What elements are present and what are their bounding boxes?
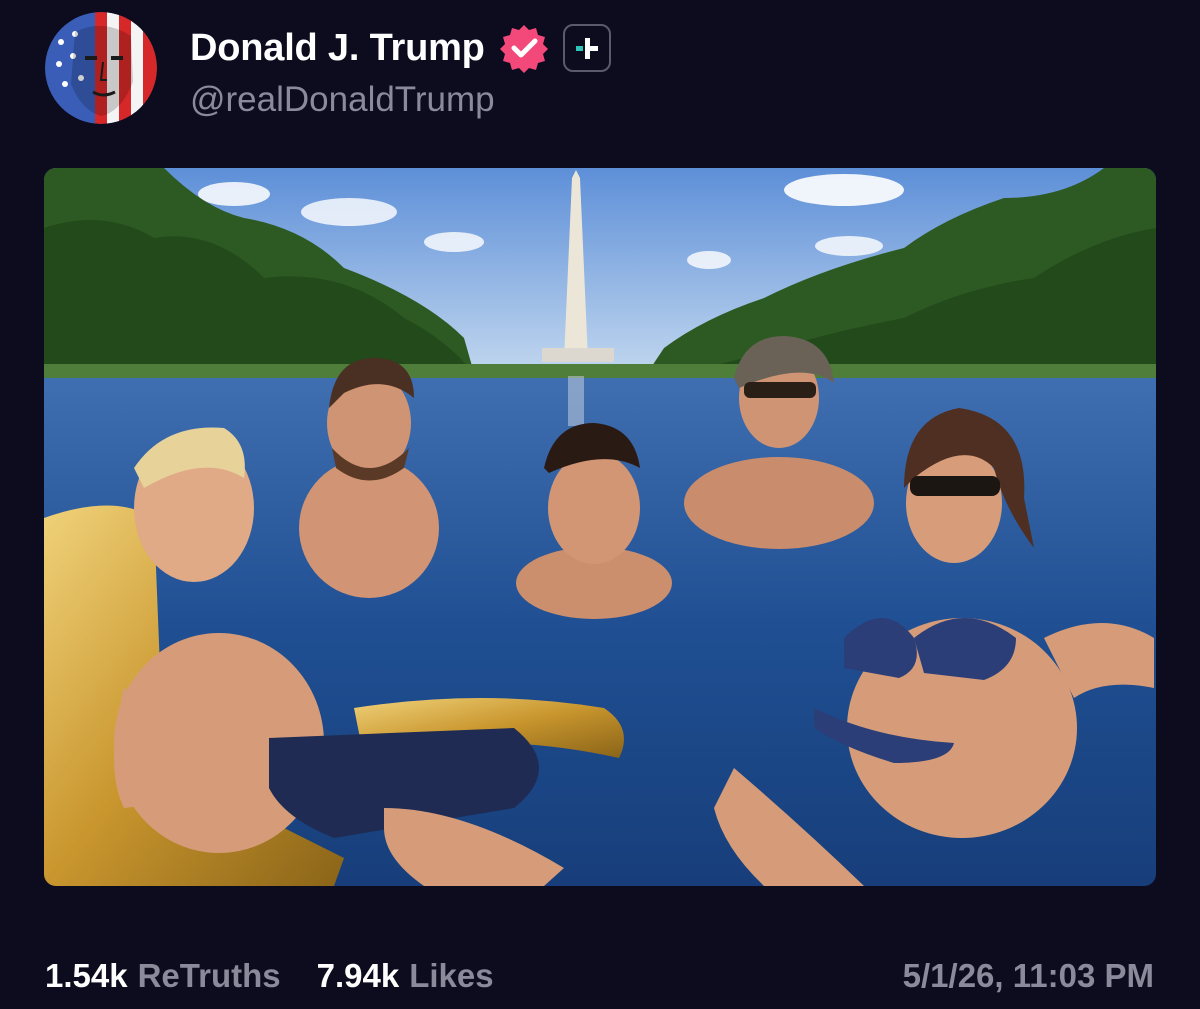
author-avatar[interactable] [45, 12, 157, 124]
retruths-label: ReTruths [137, 957, 281, 994]
truth-post: Donald J. Trump @realDonaldTrump 1.54k R… [0, 0, 1200, 1009]
likes-label: Likes [409, 957, 494, 994]
author-display-name[interactable]: Donald J. Trump [190, 27, 485, 70]
plus-icon [575, 38, 598, 59]
verified-badge-icon [499, 23, 549, 73]
photo-image [44, 168, 1156, 886]
post-timestamp[interactable]: 5/1/26, 11:03 PM [903, 952, 1154, 1000]
post-stats: 1.54k ReTruths 7.94k Likes [45, 952, 494, 1000]
author-name-row: Donald J. Trump [190, 22, 611, 74]
flag-face-avatar-icon [45, 12, 157, 124]
likes-stat[interactable]: 7.94k Likes [317, 957, 494, 995]
retruths-stat[interactable]: 1.54k ReTruths [45, 957, 281, 995]
author-handle[interactable]: @realDonaldTrump [190, 80, 495, 120]
likes-count: 7.94k [316, 957, 400, 994]
retruths-count: 1.54k [45, 957, 128, 994]
post-image[interactable] [44, 168, 1156, 886]
subscribe-plus-button[interactable] [562, 24, 611, 72]
